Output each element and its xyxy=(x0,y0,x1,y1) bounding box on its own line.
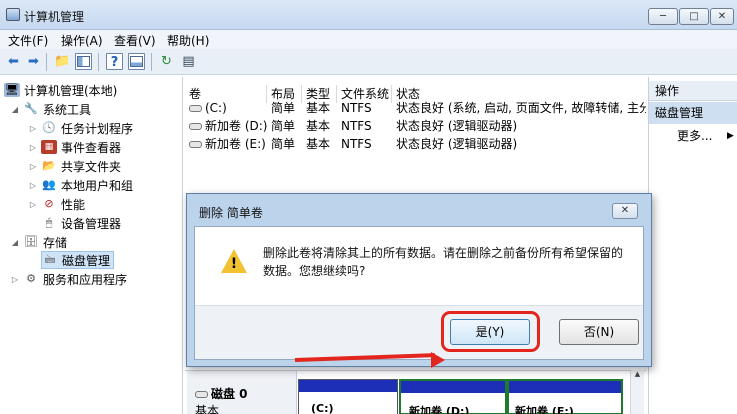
partition-d[interactable]: 新加卷 (D:) xyxy=(399,379,507,414)
expand-triangle-icon[interactable]: ▷ xyxy=(28,162,38,171)
disk-map: 磁盘 0 基本 (C:) 新加卷 (D:) 新加卷 (E:) xyxy=(185,370,646,414)
back-arrow-icon[interactable]: ⬅ xyxy=(5,53,22,70)
menu-file[interactable]: 文件(F) xyxy=(8,32,48,49)
close-window-button[interactable]: ✕ xyxy=(710,8,734,25)
tree-item-system-tools[interactable]: ◢ 🔧 系统工具 xyxy=(10,100,91,118)
toolbar: ⬅ ➡ 📁 ? ↻ ▤ xyxy=(0,49,737,75)
volume-icon xyxy=(189,141,202,148)
menu-bar: 文件(F) 操作(A) 查看(V) 帮助(H) xyxy=(0,30,737,49)
no-button[interactable]: 否(N) xyxy=(559,319,639,345)
device-manager-icon: 🖱 xyxy=(45,216,53,229)
folder-up-icon[interactable]: 📁 xyxy=(54,53,71,70)
yes-button[interactable]: 是(Y) xyxy=(450,319,530,345)
tree-item-shared-folders[interactable]: ▷ 📂 共享文件夹 xyxy=(28,157,121,175)
chevron-right-icon[interactable]: ▶ xyxy=(727,127,734,145)
table-row[interactable]: 新加卷 (D:) 简单 基本 NTFS 状态良好 (逻辑驱动器) xyxy=(185,117,646,135)
expand-triangle-icon[interactable]: ▷ xyxy=(28,200,38,209)
maximize-button[interactable]: □ xyxy=(679,8,709,25)
show-tree-icon[interactable] xyxy=(75,53,92,70)
annotation-arrowhead-icon xyxy=(431,352,445,368)
dialog-title: 删除 简单卷 xyxy=(199,206,263,220)
table-row[interactable]: 新加卷 (E:) 简单 基本 NTFS 状态良好 (逻辑驱动器) xyxy=(185,135,646,153)
performance-icon: ⊘ xyxy=(44,197,54,210)
partition-e[interactable]: 新加卷 (E:) xyxy=(507,379,623,414)
tools-icon: 🔧 xyxy=(24,102,38,115)
collapse-triangle-icon[interactable]: ◢ xyxy=(10,238,20,247)
disk-0-label[interactable]: 磁盘 0 基本 xyxy=(187,371,297,414)
collapse-triangle-icon[interactable]: ◢ xyxy=(10,105,20,114)
tree-item-performance[interactable]: ▷ ⊘ 性能 xyxy=(28,195,85,213)
help-icon[interactable]: ? xyxy=(106,53,123,70)
partition-c[interactable]: (C:) xyxy=(298,379,398,414)
navigation-tree: 🖥 计算机管理(本地) ◢ 🔧 系统工具 ▷ 🕓 任务计划程序 ▷ ▦ 事件查看… xyxy=(0,77,183,414)
dialog-message: 删除此卷将清除其上的所有数据。请在删除之前备份所有希望保留的数据。您想继续吗? xyxy=(263,246,624,278)
volume-list: 卷 布局 类型 文件系统 状态 (C:) 简单 基本 NTFS 状态良好 (系统… xyxy=(185,77,646,195)
expand-triangle-icon[interactable]: ▷ xyxy=(10,275,20,284)
expand-triangle-icon[interactable]: ▷ xyxy=(28,124,38,133)
storage-icon: 🗄 xyxy=(24,235,38,248)
dialog-body: ! 删除此卷将清除其上的所有数据。请在删除之前备份所有希望保留的数据。您想继续吗… xyxy=(194,226,644,368)
disk-management-icon: 🖮 xyxy=(44,253,56,266)
tree-item-task-scheduler[interactable]: ▷ 🕓 任务计划程序 xyxy=(28,119,133,137)
volume-icon xyxy=(189,105,202,112)
disk-icon xyxy=(195,391,208,398)
tree-item-disk-management[interactable]: 🖮 磁盘管理 xyxy=(41,251,115,269)
menu-view[interactable]: 查看(V) xyxy=(114,32,156,49)
computer-icon: 🖥 xyxy=(4,83,20,97)
window-title: 计算机管理 xyxy=(24,10,85,24)
refresh-icon[interactable]: ↻ xyxy=(158,53,175,70)
services-icon: ⚙ xyxy=(26,272,36,285)
event-log-icon: ▦ xyxy=(41,140,57,154)
disk-map-scrollbar[interactable]: ▲ xyxy=(630,370,644,414)
tree-item-local-users[interactable]: ▷ 👥 本地用户和组 xyxy=(28,176,133,194)
tree-item-event-viewer[interactable]: ▷ ▦ 事件查看器 xyxy=(28,138,121,156)
tree-item-services[interactable]: ▷ ⚙ 服务和应用程序 xyxy=(10,270,127,288)
delete-volume-dialog: 删除 简单卷 ✕ ! 删除此卷将清除其上的所有数据。请在删除之前备份所有希望保留… xyxy=(186,193,652,368)
warning-exclamation-icon: ! xyxy=(230,256,238,272)
expand-triangle-icon[interactable]: ▷ xyxy=(28,143,38,152)
shared-folder-icon: 📂 xyxy=(42,159,56,172)
table-row[interactable]: (C:) 简单 基本 NTFS 状态良好 (系统, 启动, 页面文件, 故障转储… xyxy=(185,99,646,117)
minimize-button[interactable]: ─ xyxy=(648,8,678,25)
users-icon: 👥 xyxy=(42,178,56,191)
menu-action[interactable]: 操作(A) xyxy=(61,32,103,49)
expand-triangle-icon[interactable]: ▷ xyxy=(28,181,38,190)
actions-pane: 操作 磁盘管理 更多... ▶ xyxy=(648,77,737,414)
title-bar: 计算机管理 ─ □ ✕ xyxy=(0,0,737,30)
tree-item-device-manager[interactable]: 🖱 设备管理器 xyxy=(41,214,121,232)
clock-icon: 🕓 xyxy=(42,121,56,134)
properties-icon[interactable] xyxy=(128,53,145,70)
more-actions-link[interactable]: 更多... xyxy=(677,127,712,145)
volume-list-header: 卷 布局 类型 文件系统 状态 xyxy=(185,81,646,103)
tree-item-root[interactable]: 🖥 计算机管理(本地) xyxy=(4,81,117,99)
tree-item-storage[interactable]: ◢ 🗄 存储 xyxy=(10,233,67,251)
dialog-footer: 是(Y) 否(N) xyxy=(195,305,643,368)
actions-header: 操作 xyxy=(649,81,737,101)
forward-arrow-icon[interactable]: ➡ xyxy=(25,53,42,70)
computer-management-icon xyxy=(6,8,20,21)
dialog-close-button[interactable]: ✕ xyxy=(612,203,638,219)
export-list-icon[interactable]: ▤ xyxy=(180,53,197,70)
annotation-arrow-icon xyxy=(294,353,435,362)
actions-disk-management[interactable]: 磁盘管理 xyxy=(649,102,737,124)
menu-help[interactable]: 帮助(H) xyxy=(167,32,209,49)
volume-icon xyxy=(189,123,202,130)
